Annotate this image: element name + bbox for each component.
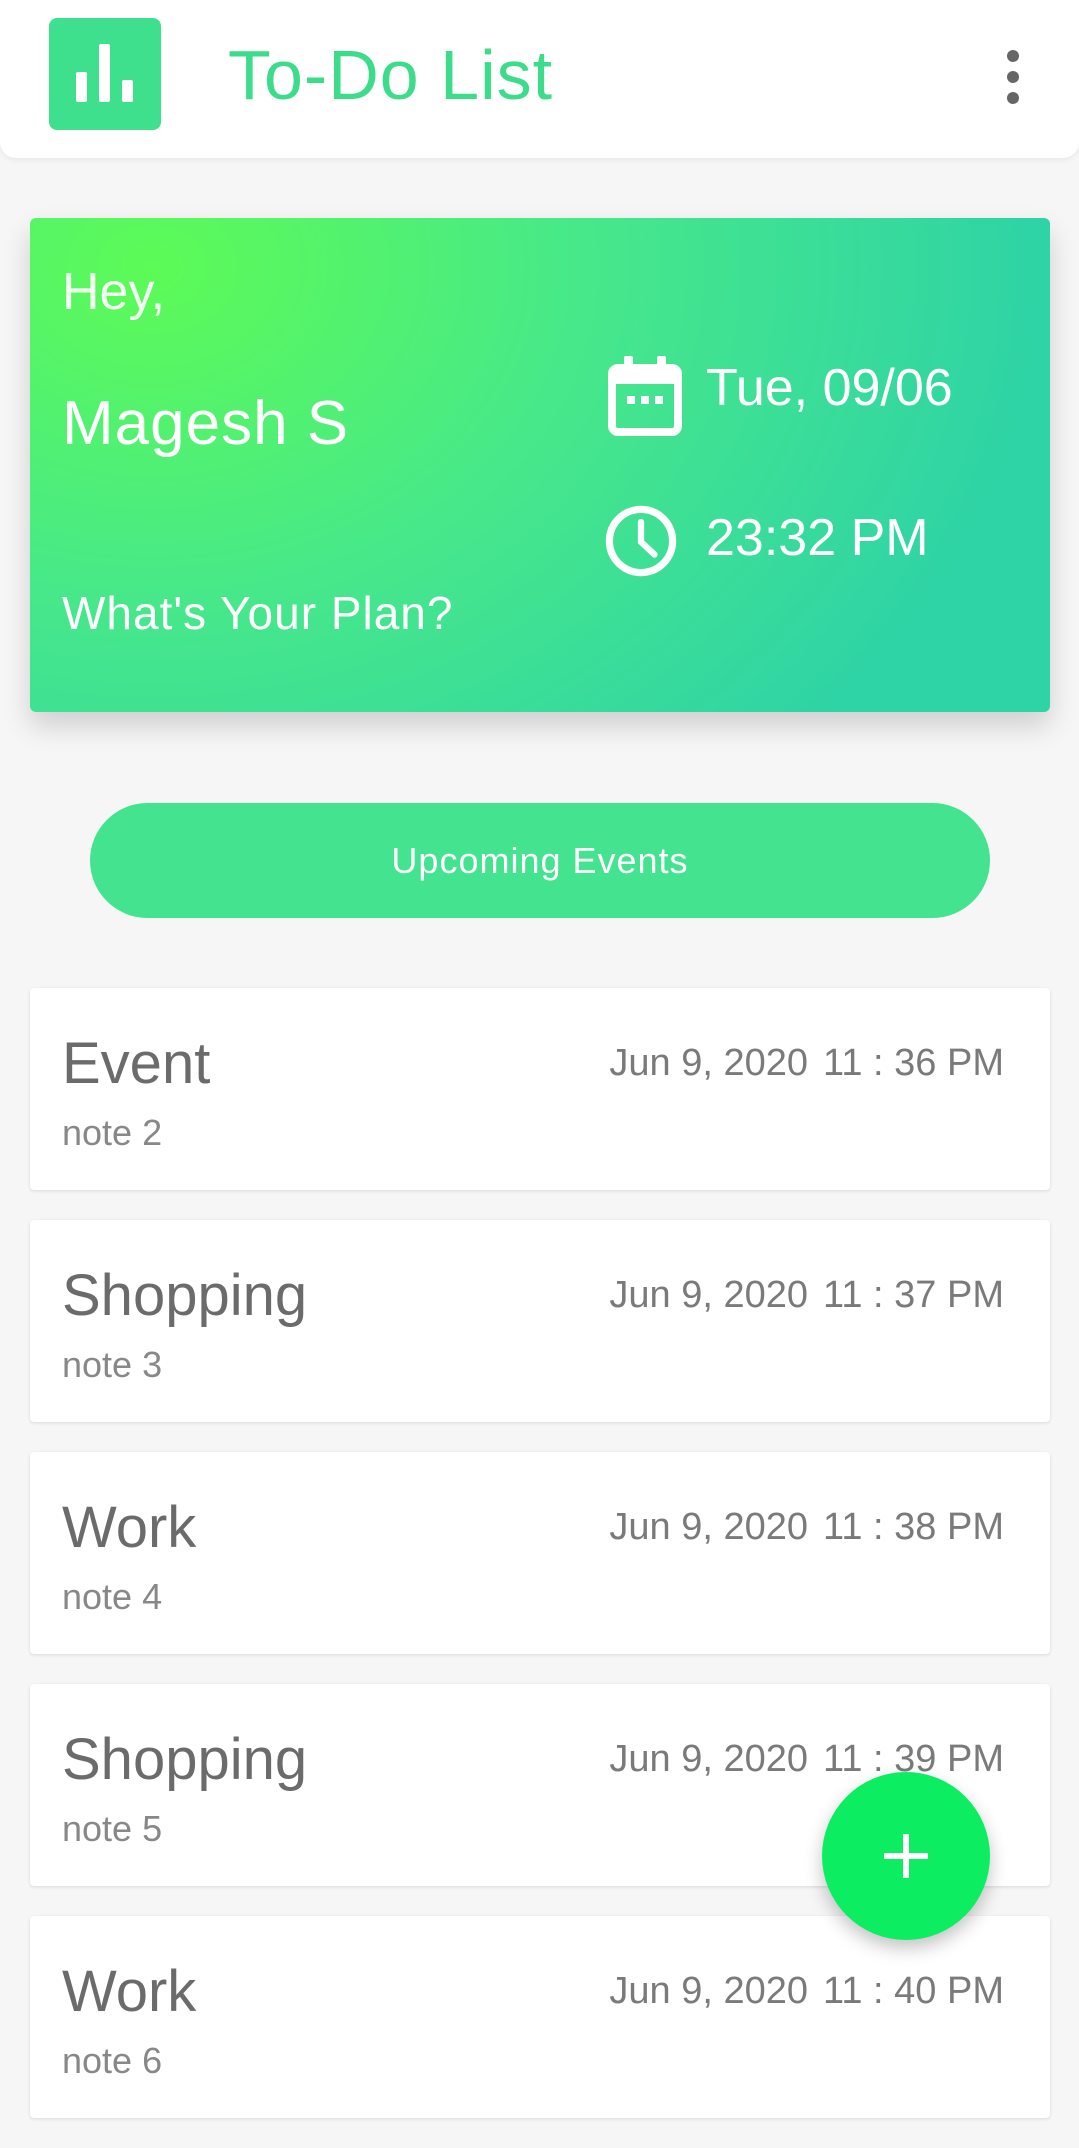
event-date: Jun 9, 2020 bbox=[609, 1970, 808, 2012]
event-card[interactable]: Work note 6 Jun 9, 2020 11 : 40 PM bbox=[30, 1916, 1050, 2118]
event-card[interactable]: Work note 4 Jun 9, 2020 11 : 38 PM bbox=[30, 1452, 1050, 1654]
event-time: 11 : 38 PM bbox=[823, 1506, 1004, 1548]
app-title: To-Do List bbox=[228, 36, 554, 114]
calendar-icon bbox=[608, 356, 682, 436]
event-time: 11 : 40 PM bbox=[823, 1970, 1004, 2012]
current-time: 23:32 PM bbox=[706, 509, 929, 567]
event-time: 11 : 37 PM bbox=[823, 1274, 1004, 1316]
event-date: Jun 9, 2020 bbox=[609, 1506, 808, 1548]
user-name: Magesh S bbox=[62, 389, 350, 458]
greeting-card: Hey, Magesh S What's Your Plan? Tue, 09/… bbox=[30, 218, 1050, 712]
event-note: note 4 bbox=[62, 1576, 163, 1617]
event-title: Work bbox=[62, 1959, 197, 2024]
event-date: Jun 9, 2020 bbox=[609, 1738, 808, 1780]
greeting-text: Hey, bbox=[62, 263, 166, 321]
event-time: 11 : 36 PM bbox=[823, 1042, 1004, 1084]
upcoming-events-button[interactable]: Upcoming Events bbox=[90, 803, 990, 918]
add-event-button[interactable] bbox=[822, 1772, 990, 1940]
event-note: note 5 bbox=[62, 1808, 163, 1849]
event-date: Jun 9, 2020 bbox=[609, 1274, 808, 1316]
app-bar: To-Do List bbox=[0, 0, 1079, 158]
event-title: Work bbox=[62, 1495, 197, 1560]
clock-icon bbox=[605, 505, 677, 577]
event-note: note 6 bbox=[62, 2040, 163, 2081]
event-date: Jun 9, 2020 bbox=[609, 1042, 808, 1084]
event-note: note 3 bbox=[62, 1344, 163, 1385]
event-title: Shopping bbox=[62, 1727, 308, 1792]
event-note: note 2 bbox=[62, 1112, 163, 1153]
event-card[interactable]: Shopping note 3 Jun 9, 2020 11 : 37 PM bbox=[30, 1220, 1050, 1422]
add-icon bbox=[884, 1834, 928, 1878]
bar-chart-icon bbox=[49, 18, 161, 130]
event-list: Event note 2 Jun 9, 2020 11 : 36 PM Shop… bbox=[30, 988, 1050, 2148]
event-title: Shopping bbox=[62, 1263, 308, 1328]
plan-prompt: What's Your Plan? bbox=[62, 587, 454, 639]
event-title: Event bbox=[62, 1031, 211, 1096]
event-card[interactable]: Event note 2 Jun 9, 2020 11 : 36 PM bbox=[30, 988, 1050, 1190]
more-vert-icon[interactable] bbox=[990, 44, 1036, 110]
current-date: Tue, 09/06 bbox=[706, 359, 953, 417]
